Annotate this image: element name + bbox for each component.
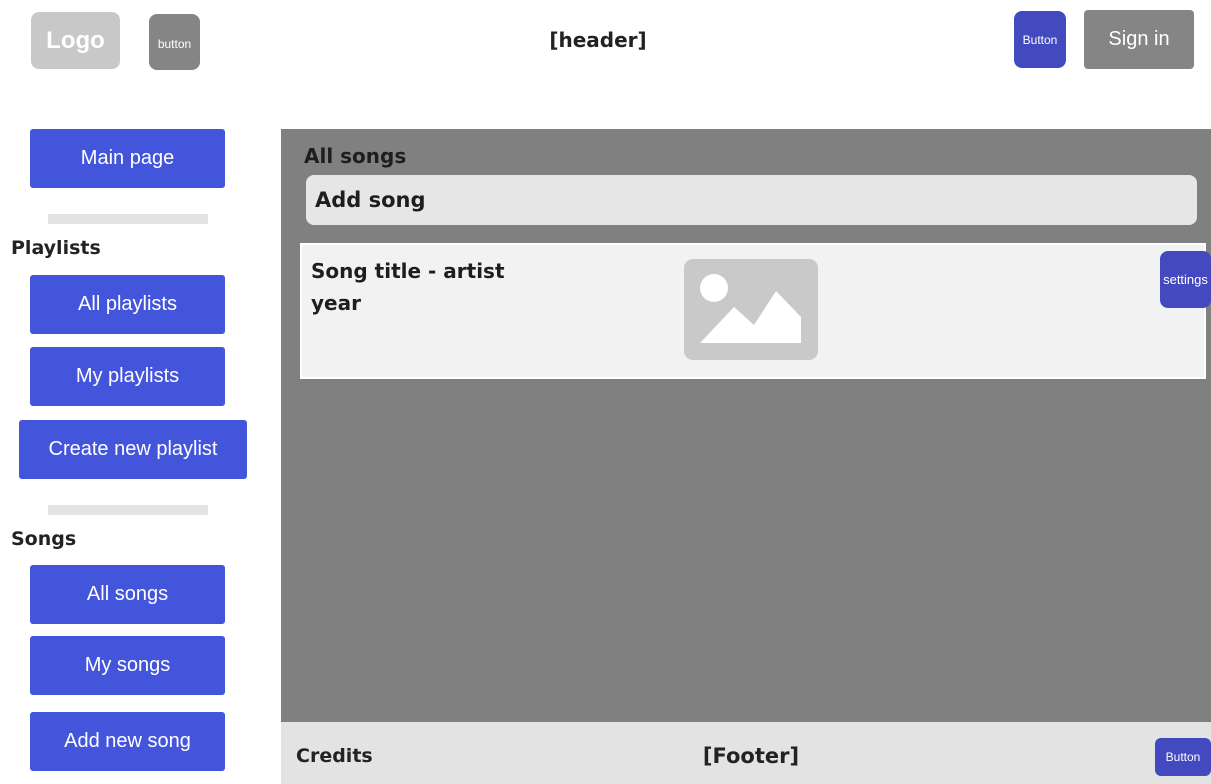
song-title-artist: Song title - artist (311, 259, 505, 283)
main-title: All songs (304, 144, 407, 168)
my-playlists-button[interactable]: My playlists (30, 347, 225, 406)
add-song-button[interactable]: Add song (306, 175, 1197, 225)
my-songs-button[interactable]: My songs (30, 636, 225, 695)
credits-link[interactable]: Credits (296, 745, 373, 767)
main-page-button[interactable]: Main page (30, 129, 225, 188)
songs-heading: Songs (11, 528, 77, 550)
create-playlist-button[interactable]: Create new playlist (19, 420, 247, 479)
sidebar-divider (48, 505, 208, 515)
image-placeholder-icon (684, 259, 818, 360)
sidebar-divider (48, 214, 208, 224)
playlists-heading: Playlists (11, 237, 101, 259)
sign-in-button[interactable]: Sign in (1084, 10, 1194, 69)
logo: Logo (31, 12, 120, 69)
footer-button[interactable]: Button (1155, 738, 1211, 776)
settings-button[interactable]: settings (1160, 251, 1211, 308)
header-small-button[interactable]: button (149, 14, 200, 70)
header-button[interactable]: Button (1014, 11, 1066, 68)
add-new-song-button[interactable]: Add new song (30, 712, 225, 771)
song-year: year (311, 291, 361, 315)
all-songs-button[interactable]: All songs (30, 565, 225, 624)
page-header-title: [header] (549, 28, 647, 52)
all-playlists-button[interactable]: All playlists (30, 275, 225, 334)
footer-title: [Footer] (702, 744, 800, 768)
